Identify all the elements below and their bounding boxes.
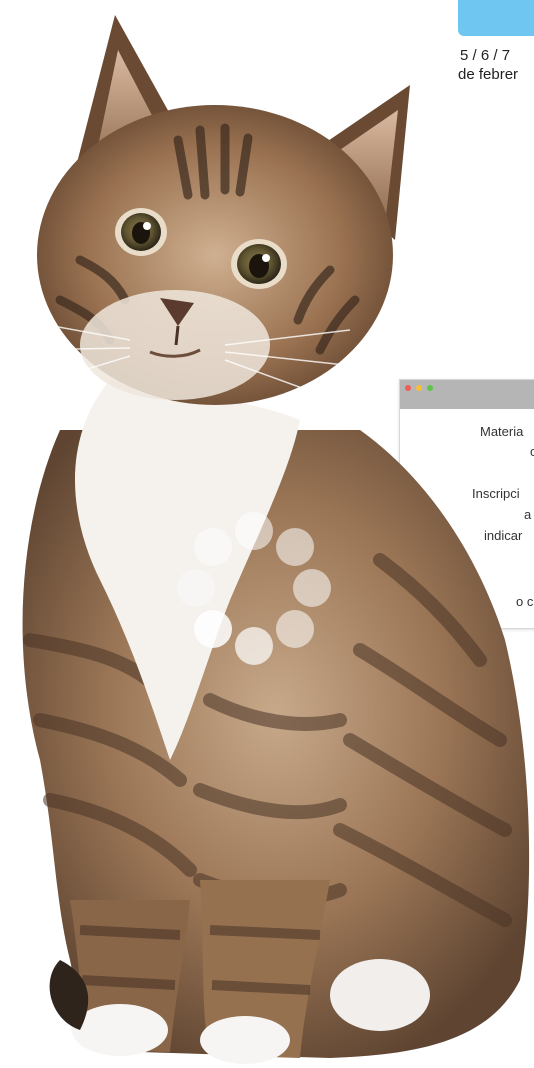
page: 5 / 6 / 7 de febrer Materia c Inscripci … — [0, 0, 534, 1068]
kitten-photo — [19, 15, 530, 1064]
